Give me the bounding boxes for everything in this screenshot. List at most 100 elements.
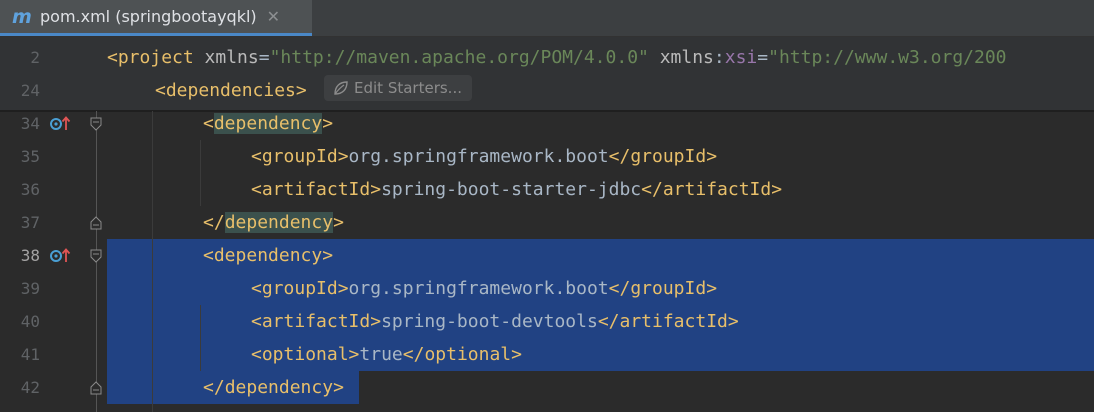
code-line[interactable]: 24 <dependencies> <box>0 74 1094 107</box>
code-token: org.springframework.boot <box>348 278 609 299</box>
code-text: <artifactId>spring-boot-starter-jdbc</ar… <box>251 173 782 206</box>
code-token: </ <box>641 179 663 200</box>
tab-pom-xml[interactable]: m pom.xml (springbootayqkl) ✕ <box>0 0 312 36</box>
code-token: > <box>333 212 344 233</box>
code-token: dependency <box>224 377 334 398</box>
code-token: artifactId <box>261 311 371 332</box>
code-token: groupId <box>630 146 707 167</box>
code-token: spring-boot-starter-jdbc <box>381 179 642 200</box>
code-token: true <box>359 344 403 365</box>
code-token: artifactId <box>662 179 772 200</box>
code-token: optional <box>424 344 512 365</box>
code-line[interactable]: 34 <dependency> <box>0 107 1094 140</box>
code-token: < <box>251 278 262 299</box>
code-text: <groupId>org.springframework.boot</group… <box>251 140 717 173</box>
code-token: < <box>203 113 214 134</box>
code-token: > <box>322 113 334 134</box>
code-token: = <box>757 47 769 68</box>
line-number[interactable]: 39 <box>0 272 40 305</box>
code-token: > <box>370 179 382 200</box>
code-token: > <box>337 278 349 299</box>
fold-end-icon[interactable] <box>90 381 102 395</box>
code-text: <dependency> <box>203 107 333 140</box>
code-text: <project xmlns="http://maven.apache.org/… <box>107 41 1007 74</box>
code-token: optional <box>261 344 349 365</box>
line-number[interactable]: 34 <box>0 107 40 140</box>
code-line[interactable]: 41 <optional>true</optional> <box>0 338 1094 371</box>
line-number[interactable]: 24 <box>0 74 40 107</box>
code-line[interactable]: 37 </dependency> <box>0 206 1094 239</box>
code-line[interactable]: 2 <project xmlns="http://maven.apache.org… <box>0 41 1094 74</box>
code-token: < <box>251 311 262 332</box>
code-token: groupId <box>261 278 338 299</box>
edit-starters-inlay[interactable]: Edit Starters... <box>324 75 472 101</box>
code-token: groupId <box>261 146 338 167</box>
line-number[interactable]: 40 <box>0 305 40 338</box>
code-line[interactable]: 35 <groupId>org.springframework.boot</gro… <box>0 140 1094 173</box>
line-number[interactable]: 35 <box>0 140 40 173</box>
code-token: project <box>117 47 194 68</box>
line-number[interactable]: 38 <box>0 239 40 272</box>
maven-file-icon: m <box>12 5 32 28</box>
code-token: > <box>295 80 307 101</box>
code-token: < <box>155 80 166 101</box>
code-text: <dependency> <box>203 239 333 272</box>
code-line[interactable]: 40 <artifactId>spring-boot-devtools</arti… <box>0 305 1094 338</box>
code-text: <dependencies> <box>155 74 307 107</box>
code-token: dependency <box>213 245 323 266</box>
code-token: > <box>337 146 349 167</box>
spring-leaf-icon <box>334 81 348 95</box>
code-token: > <box>370 311 382 332</box>
code-token: </ <box>608 278 631 299</box>
line-number[interactable]: 41 <box>0 338 40 371</box>
code-line[interactable]: 42 </dependency> <box>0 371 1094 404</box>
close-tab-icon[interactable]: ✕ <box>267 7 280 26</box>
code-token: </ <box>597 311 620 332</box>
code-text: <artifactId>spring-boot-devtools</artifa… <box>251 305 739 338</box>
code-line[interactable]: 36 <artifactId>spring-boot-starter-jdbc</… <box>0 173 1094 206</box>
code-token: dependency <box>224 212 334 233</box>
code-token: > <box>511 344 522 365</box>
code-text: <optional>true</optional> <box>251 338 522 371</box>
overriding-dependency-icon[interactable] <box>50 115 72 131</box>
tab-title: pom.xml (springbootayqkl) <box>40 7 257 26</box>
code-token: > <box>706 146 718 167</box>
code-token: < <box>251 146 262 167</box>
code-token: </ <box>203 212 225 233</box>
code-token: < <box>251 179 262 200</box>
fold-start-icon[interactable] <box>90 249 102 263</box>
code-token: groupId <box>630 278 707 299</box>
code-line[interactable]: 39 <groupId>org.springframework.boot</gro… <box>0 272 1094 305</box>
fold-start-icon[interactable] <box>90 117 102 131</box>
code-token: "http://www.w3.org/200 <box>768 47 1007 68</box>
line-number[interactable]: 37 <box>0 206 40 239</box>
code-editor[interactable]: 2 <project xmlns="http://maven.apache.org… <box>0 37 1094 412</box>
editor-tab-bar: m pom.xml (springbootayqkl) ✕ <box>0 0 1094 37</box>
code-token: xmlns <box>193 47 259 68</box>
code-token: dependency <box>213 113 323 134</box>
code-token: < <box>107 47 118 68</box>
code-token: xmlns <box>648 47 714 68</box>
code-token: spring-boot-devtools <box>381 311 598 332</box>
code-token: "http://maven.apache.org/POM/4.0.0" <box>269 47 649 68</box>
code-token: > <box>706 278 718 299</box>
line-number[interactable]: 36 <box>0 173 40 206</box>
fold-end-icon[interactable] <box>90 216 102 230</box>
code-token: > <box>322 245 334 266</box>
code-token: < <box>203 245 214 266</box>
code-token: : <box>713 47 725 68</box>
code-token: > <box>771 179 783 200</box>
code-line[interactable]: 38 <dependency> <box>0 239 1094 272</box>
code-text: <groupId>org.springframework.boot</group… <box>251 272 717 305</box>
code-token: xsi <box>724 47 758 68</box>
code-token: </ <box>203 377 225 398</box>
overriding-dependency-icon[interactable] <box>50 247 72 263</box>
code-token: </ <box>608 146 631 167</box>
code-token: = <box>258 47 270 68</box>
line-number[interactable]: 2 <box>0 41 40 74</box>
code-token: </ <box>402 344 425 365</box>
code-text: </dependency> <box>203 371 344 404</box>
code-token: dependencies <box>165 80 296 101</box>
code-token: artifactId <box>261 179 371 200</box>
line-number[interactable]: 42 <box>0 371 40 404</box>
